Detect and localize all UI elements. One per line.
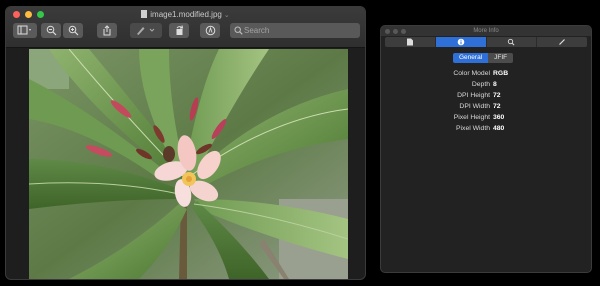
tab-edit[interactable] (537, 37, 587, 47)
property-key: DPI Height (457, 92, 490, 99)
preview-window: image1.modified.jpg ⌄ (6, 7, 365, 279)
property-key: Depth (471, 81, 490, 88)
tab-general-info[interactable] (435, 37, 487, 47)
info-icon (457, 38, 464, 46)
annotate-icon (205, 25, 215, 36)
property-row: DPI Height 72 (381, 90, 591, 101)
property-value: 480 (493, 125, 505, 132)
share-icon (103, 25, 111, 36)
subtab-jfif[interactable]: JFIF (488, 53, 514, 63)
zoom-in-icon (68, 25, 78, 36)
search-input[interactable] (244, 23, 354, 38)
property-list: Color Model RGB Depth 8 DPI Height 72 DP… (381, 68, 591, 134)
zoom-out-icon (46, 25, 56, 36)
property-row: Pixel Width 480 (381, 123, 591, 134)
property-key: DPI Width (459, 103, 490, 110)
frangipani-photo (29, 49, 348, 279)
tab-inspect[interactable] (487, 37, 538, 47)
search-field[interactable] (230, 23, 360, 38)
photo-canvas (29, 49, 348, 279)
property-row: Color Model RGB (381, 68, 591, 79)
property-row: Pixel Height 360 (381, 112, 591, 123)
info-tab-bar (385, 37, 587, 47)
property-row: Depth 8 (381, 79, 591, 90)
rotate-icon (176, 25, 183, 35)
annotate-button[interactable] (200, 23, 220, 38)
property-key: Pixel Width (456, 125, 490, 132)
property-key: Color Model (453, 70, 490, 77)
preview-toolbar: image1.modified.jpg ⌄ (6, 7, 365, 48)
more-info-window: More Info General JFIF Color Model RGB D… (381, 26, 591, 272)
pen-icon (137, 27, 155, 35)
markup-button[interactable] (130, 23, 162, 38)
info-window-title: More Info (473, 28, 499, 34)
property-value: 360 (493, 114, 505, 121)
info-titlebar: More Info (381, 26, 591, 36)
property-value: 72 (493, 103, 501, 110)
sidebar-toggle-button[interactable] (13, 23, 37, 38)
document-icon (406, 38, 413, 46)
property-value: RGB (493, 70, 509, 77)
pencil-icon (559, 39, 566, 45)
property-key: Pixel Height (453, 114, 490, 121)
info-subtabs: General JFIF (453, 53, 514, 63)
subtab-general[interactable]: General (453, 53, 489, 63)
zoom-in-button[interactable] (63, 23, 83, 38)
share-button[interactable] (97, 23, 117, 38)
document-title-text: image1.modified.jpg (150, 10, 222, 19)
document-title[interactable]: image1.modified.jpg ⌄ (6, 9, 365, 22)
property-row: DPI Width 72 (381, 101, 591, 112)
file-icon (141, 10, 148, 18)
chevron-down-icon: ⌄ (223, 12, 230, 19)
magnifier-icon (508, 38, 515, 46)
tab-file[interactable] (385, 37, 436, 47)
property-value: 8 (493, 81, 497, 88)
sidebar-icon (17, 25, 31, 35)
rotate-button[interactable] (169, 23, 189, 38)
property-value: 72 (493, 92, 501, 99)
search-icon (234, 26, 243, 35)
zoom-out-button[interactable] (41, 23, 61, 38)
